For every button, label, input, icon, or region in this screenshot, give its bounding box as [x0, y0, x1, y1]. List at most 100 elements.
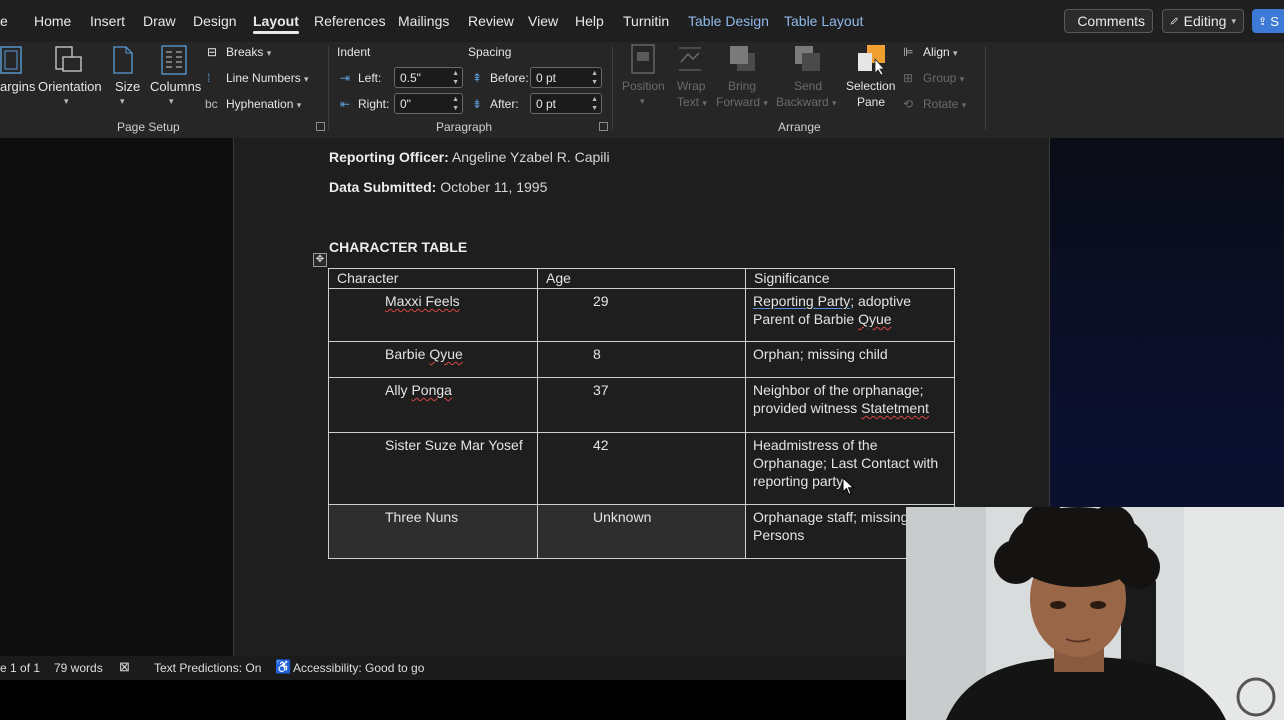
spacing-after-input[interactable]: 0 pt ▲ ▼ [530, 93, 602, 114]
tab-home[interactable]: Home [34, 13, 71, 29]
cell-character[interactable]: Three Nuns [328, 504, 538, 559]
accessibility-status[interactable]: Accessibility: Good to go [293, 661, 424, 675]
hyphenation-icon: bc [205, 97, 218, 111]
tab-table-design[interactable]: Table Design [688, 13, 769, 29]
mouse-pointer-icon [842, 477, 855, 496]
cell-age[interactable]: 37 [537, 377, 746, 433]
comments-label: Comments [1077, 13, 1145, 29]
cell-significance[interactable]: Neighbor of the orphanage; provided witn… [745, 377, 955, 433]
tab-insert[interactable]: Insert [90, 13, 125, 29]
ribbon-layout-panel: argins Orientation ▾ Size ▾ Columns ▾ ⊟ … [0, 42, 1284, 138]
cell-age[interactable]: 8 [537, 341, 746, 378]
breaks-button[interactable]: Breaks ▾ [226, 45, 271, 59]
spinner-arrows-icon[interactable]: ▲ ▼ [591, 95, 598, 113]
cell-character[interactable]: Sister Suze Mar Yosef [328, 432, 538, 505]
rotate-button[interactable]: Rotate ▾ [923, 97, 966, 111]
spacing-after-icon: ⇟ [472, 97, 483, 111]
columns-icon [161, 45, 187, 75]
send-backward-button[interactable]: Send [794, 79, 822, 93]
page-setup-group-label: Page Setup [117, 120, 180, 134]
cell-significance[interactable]: Orphan; missing child [745, 341, 955, 378]
page-count[interactable]: e 1 of 1 [0, 661, 40, 675]
editing-mode-button[interactable]: Editing ▾ [1162, 9, 1244, 33]
bring-forward-button[interactable]: Bring [728, 79, 756, 93]
chevron-down-icon: ▾ [1231, 15, 1236, 26]
tab-draw[interactable]: Draw [143, 13, 176, 29]
share-icon: ⇪ [1258, 15, 1268, 28]
tab-references[interactable]: References [314, 13, 386, 29]
indent-left-icon: ⇥ [340, 71, 351, 85]
table-move-handle-icon[interactable]: ✥ [313, 253, 327, 267]
align-icon: ⊫ [903, 45, 914, 59]
indent-left-label: Left: [358, 71, 382, 85]
comments-button[interactable]: Comments [1064, 9, 1153, 33]
hyphenation-button[interactable]: Hyphenation ▾ [226, 97, 301, 111]
proofing-icon[interactable]: ⊠ [119, 659, 130, 675]
spinner-arrows-icon[interactable]: ▲ ▼ [452, 95, 459, 113]
align-button[interactable]: Align ▾ [923, 45, 958, 59]
orientation-button[interactable]: Orientation [38, 79, 102, 94]
tab-design[interactable]: Design [193, 13, 237, 29]
editing-label: Editing [1183, 13, 1227, 29]
tab-view[interactable]: View [528, 13, 558, 29]
character-table[interactable]: Character Age Significance Maxxi Feels 2… [328, 268, 955, 559]
send-backward-icon [795, 46, 820, 71]
cell-character[interactable]: Barbie Qyue [328, 341, 538, 378]
cell-character[interactable]: Ally Ponga [328, 377, 538, 433]
group-icon: ⊞ [903, 71, 914, 85]
ribbon-separator [612, 46, 613, 130]
table-header-row: Character Age Significance [328, 268, 955, 289]
group-button[interactable]: Group ▾ [923, 71, 964, 85]
cell-age[interactable]: 29 [537, 288, 746, 342]
paragraph-dialog-launcher[interactable] [599, 122, 608, 131]
columns-button[interactable]: Columns [150, 79, 201, 94]
position-icon [631, 44, 655, 74]
indent-left-input[interactable]: 0.5" ▲ ▼ [394, 67, 463, 88]
position-button[interactable]: Position [622, 79, 665, 93]
tab-review[interactable]: Review [468, 13, 514, 29]
bring-forward-label-2: Forward ▾ [716, 95, 768, 109]
bring-forward-icon [730, 46, 755, 71]
spinner-arrows-icon[interactable]: ▲ ▼ [591, 69, 598, 87]
selection-pane-button[interactable]: Selection [846, 79, 895, 93]
wrap-text-button[interactable]: Wrap [677, 79, 705, 93]
cell-character[interactable]: Maxxi Feels [328, 288, 538, 342]
tab-table-layout[interactable]: Table Layout [784, 13, 863, 29]
text-predictions-status[interactable]: Text Predictions: On [154, 661, 261, 675]
header-significance[interactable]: Significance [745, 268, 955, 289]
reporting-officer-line[interactable]: Reporting Officer: Angeline Yzabel R. Ca… [329, 149, 610, 165]
webcam-person-image [906, 507, 1284, 720]
indent-heading: Indent [337, 45, 371, 59]
spinner-arrows-icon[interactable]: ▲ ▼ [452, 69, 459, 87]
table-row: Ally Ponga 37 Neighbor of the orphanage;… [328, 377, 955, 433]
cell-significance[interactable]: Reporting Party; adoptive Parent of Barb… [745, 288, 955, 342]
header-character[interactable]: Character [328, 268, 538, 289]
table-title[interactable]: CHARACTER TABLE [329, 239, 467, 255]
tab-help[interactable]: Help [575, 13, 604, 29]
word-count[interactable]: 79 words [54, 661, 103, 675]
cell-age[interactable]: 42 [537, 432, 746, 505]
size-button[interactable]: Size [115, 79, 140, 94]
cell-age[interactable]: Unknown [537, 504, 746, 559]
indent-right-input[interactable]: 0" ▲ ▼ [394, 93, 463, 114]
tab-turnitin[interactable]: Turnitin [623, 13, 669, 29]
tab-mailings[interactable]: Mailings [398, 13, 449, 29]
margins-button[interactable]: argins [0, 79, 35, 94]
header-age[interactable]: Age [537, 268, 746, 289]
table-row-selected: Three Nuns Unknown Orphanage staff; miss… [328, 504, 955, 559]
page-setup-dialog-launcher[interactable] [316, 122, 325, 131]
paragraph-group-label: Paragraph [436, 120, 493, 134]
tab-layout[interactable]: Layout [253, 13, 299, 34]
spacing-before-input[interactable]: 0 pt ▲ ▼ [530, 67, 602, 88]
line-numbers-button[interactable]: Line Numbers ▾ [226, 71, 309, 85]
selection-pane-label-2: Pane [857, 95, 886, 109]
chevron-down-icon: ▾ [169, 96, 174, 106]
arrange-group-label: Arrange [778, 120, 821, 134]
date-submitted-line[interactable]: Data Submitted: October 11, 1995 [329, 179, 547, 195]
pencil-icon [1170, 17, 1178, 25]
table-row: Sister Suze Mar Yosef 42 Headmistress of… [328, 432, 955, 505]
tab-file[interactable]: e [0, 13, 8, 29]
ribbon-tab-bar: e Home Insert Draw Design Layout Referen… [0, 0, 1284, 42]
share-button[interactable]: ⇪ S [1252, 9, 1284, 33]
spacing-heading: Spacing [468, 45, 512, 59]
